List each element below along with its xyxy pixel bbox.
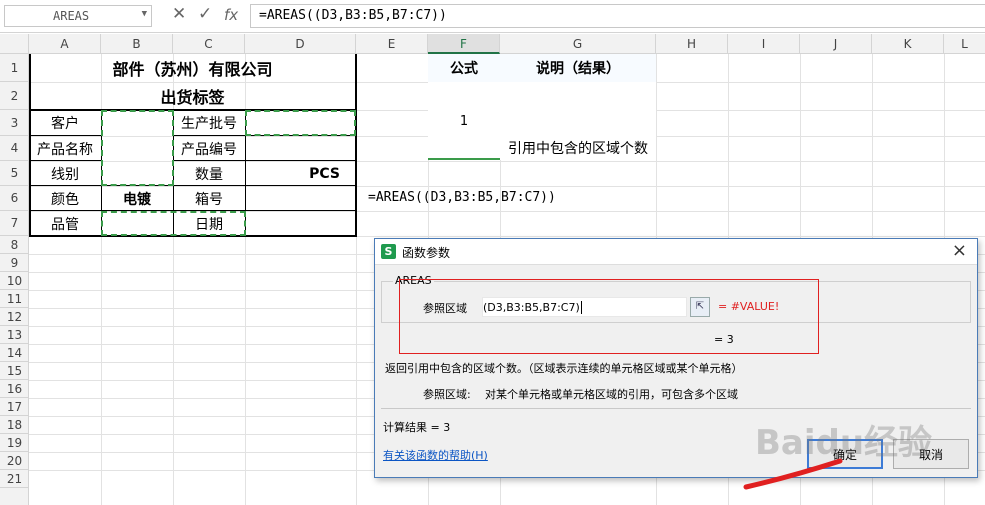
column-header-j[interactable]: J bbox=[800, 34, 872, 54]
help-link[interactable]: 有关该函数的帮助(H) bbox=[383, 447, 488, 463]
label-product-no: 产品编号 bbox=[181, 141, 237, 158]
function-description: 返回引用中包含的区域个数。（区域表示连续的单元格区域或某个单元格） bbox=[385, 362, 743, 375]
column-header-d[interactable]: D bbox=[245, 34, 356, 54]
column-header-l[interactable]: L bbox=[944, 34, 985, 54]
formula-text: =AREAS((D3,B3:B5,B7:C7)) bbox=[368, 190, 556, 205]
label-wire: 线别 bbox=[51, 166, 79, 183]
calc-result: 计算结果 = 3 bbox=[383, 421, 451, 434]
column-header-h[interactable]: H bbox=[656, 34, 728, 54]
row-header-8[interactable]: 8 bbox=[0, 236, 29, 254]
label-customer: 客户 bbox=[51, 116, 79, 132]
name-box-value: AREAS bbox=[53, 9, 90, 23]
range-b3-b5 bbox=[101, 110, 174, 186]
sheet-title: 部件（苏州）有限公司 bbox=[112, 60, 273, 79]
fx-icon[interactable]: fx bbox=[224, 6, 238, 24]
column-header-b[interactable]: B bbox=[101, 34, 173, 54]
app-icon: S bbox=[381, 244, 396, 259]
label-color: 颜色 bbox=[51, 191, 79, 208]
row-header-7[interactable]: 7 bbox=[0, 211, 29, 236]
column-header-e[interactable]: E bbox=[356, 34, 428, 54]
label-batch: 生产批号 bbox=[181, 116, 237, 132]
formula-header: 公式 bbox=[428, 54, 500, 82]
result-value: 1 bbox=[459, 113, 469, 129]
row-header-21[interactable]: 21 bbox=[0, 470, 29, 488]
name-box[interactable]: AREAS ▼ bbox=[4, 5, 152, 27]
label-product-name: 产品名称 bbox=[37, 141, 93, 158]
column-header-c[interactable]: C bbox=[173, 34, 245, 54]
row-header-4[interactable]: 4 bbox=[0, 136, 29, 161]
row-header-16[interactable]: 16 bbox=[0, 380, 29, 398]
formula-bar: AREAS ▼ ✕ ✓ fx =AREAS((D3,B3:B5,B7:C7)) bbox=[0, 0, 985, 33]
row-header-13[interactable]: 13 bbox=[0, 326, 29, 344]
sheet-subtitle: 出货标签 bbox=[160, 88, 225, 107]
row-header-18[interactable]: 18 bbox=[0, 416, 29, 434]
row-header-19[interactable]: 19 bbox=[0, 434, 29, 452]
row-header-17[interactable]: 17 bbox=[0, 398, 29, 416]
row-header-10[interactable]: 10 bbox=[0, 272, 29, 290]
row-headers: 1 2 3 4 5 6 7 8 9 10 11 12 13 14 15 16 1… bbox=[0, 54, 29, 505]
watermark: Baidu经验 bbox=[755, 423, 933, 463]
param-desc-label: 参照区域: bbox=[423, 388, 471, 401]
row-header-5[interactable]: 5 bbox=[0, 161, 29, 186]
chevron-down-icon[interactable]: ▼ bbox=[142, 9, 147, 19]
confirm-icon[interactable]: ✓ bbox=[198, 4, 212, 24]
label-qty: 数量 bbox=[195, 166, 223, 183]
row-header-14[interactable]: 14 bbox=[0, 344, 29, 362]
column-header-k[interactable]: K bbox=[872, 34, 944, 54]
column-header-f[interactable]: F bbox=[428, 34, 500, 54]
row-header-12[interactable]: 12 bbox=[0, 308, 29, 326]
label-qc: 品管 bbox=[51, 216, 79, 233]
column-headers: A B C D E F G H I J K L bbox=[0, 34, 985, 54]
formula-input[interactable]: =AREAS((D3,B3:B5,B7:C7)) bbox=[250, 4, 985, 28]
label-date: 日期 bbox=[195, 216, 223, 233]
row-header-1[interactable]: 1 bbox=[0, 54, 29, 82]
close-icon[interactable]: × bbox=[952, 240, 967, 261]
column-header-a[interactable]: A bbox=[29, 34, 101, 54]
label-box: 箱号 bbox=[195, 191, 223, 208]
column-header-g[interactable]: G bbox=[500, 34, 656, 54]
range-d3 bbox=[245, 110, 356, 136]
cancel-icon[interactable]: ✕ bbox=[172, 4, 186, 24]
param-desc: 对某个单元格或单元格区域的引用，可包含多个区域 bbox=[485, 388, 738, 401]
row-header-3[interactable]: 3 bbox=[0, 110, 29, 136]
dialog-title: 函数参数 bbox=[402, 246, 451, 260]
row-header-6[interactable]: 6 bbox=[0, 186, 29, 211]
desc-header: 说明（结果） bbox=[500, 54, 656, 82]
value-qty-unit: PCS bbox=[309, 165, 340, 182]
row-header-15[interactable]: 15 bbox=[0, 362, 29, 380]
highlight-box bbox=[399, 279, 819, 354]
column-header-i[interactable]: I bbox=[728, 34, 800, 54]
row-header-20[interactable]: 20 bbox=[0, 452, 29, 470]
dialog-titlebar: S 函数参数 × bbox=[375, 239, 977, 265]
row-header-2[interactable]: 2 bbox=[0, 82, 29, 110]
row-header-11[interactable]: 11 bbox=[0, 290, 29, 308]
desc-text: 引用中包含的区域个数 bbox=[508, 141, 648, 157]
value-color: 电镀 bbox=[123, 191, 151, 208]
select-all-corner[interactable] bbox=[0, 34, 29, 54]
row-header-9[interactable]: 9 bbox=[0, 254, 29, 272]
